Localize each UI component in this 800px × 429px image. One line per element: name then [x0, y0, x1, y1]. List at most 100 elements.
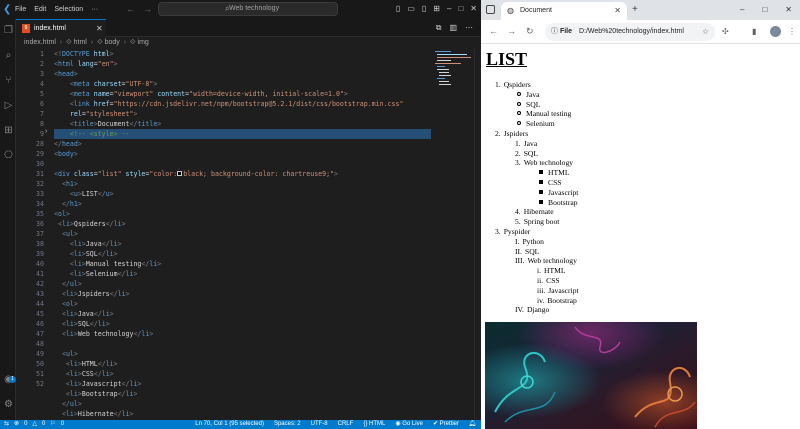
editor-scrollbar[interactable] [474, 49, 481, 420]
minimap[interactable] [433, 49, 473, 99]
minimize-icon[interactable]: – [740, 4, 744, 15]
code-line: <li>HTML</li> [65, 360, 118, 368]
list-item: I. Python [515, 237, 544, 247]
code-line: <meta name="viewport" content="width=dev… [69, 90, 348, 98]
more-actions-icon[interactable]: ⋯ [465, 23, 473, 33]
command-center-search[interactable]: ⌕ Web technology [158, 2, 338, 16]
list-item: Javascript [539, 188, 578, 198]
list-item-text: Manual testing [526, 109, 572, 119]
extensions-puzzle-icon[interactable]: ✣ [722, 26, 729, 37]
warning-icon[interactable]: △ [32, 420, 37, 429]
toggle-panel-icon[interactable]: ▭ [407, 3, 415, 14]
info-icon[interactable]: ⓘ [551, 28, 558, 35]
list-marker: 1. [515, 138, 521, 148]
back-arrow-icon[interactable]: ← [126, 4, 135, 14]
menu-file[interactable]: File [15, 5, 26, 14]
breadcrumb-html[interactable]: html [74, 39, 87, 46]
open-preview-icon[interactable]: ⧉ [436, 23, 442, 33]
profile-avatar[interactable] [770, 26, 781, 37]
code-line: <html lang="en"> [54, 60, 118, 68]
ports-icon[interactable]: ⚐ [50, 420, 55, 429]
forward-arrow-icon[interactable]: → [507, 26, 516, 37]
list-item: HTML [539, 168, 570, 178]
line-number: 40 [36, 260, 44, 268]
code-line: <!DOCTYPE html> [54, 50, 114, 58]
back-arrow-icon[interactable]: ← [489, 26, 498, 37]
list-item-text: Selenium [526, 119, 555, 129]
search-icon[interactable]: ⌕ [3, 50, 14, 61]
close-icon[interactable]: ✕ [470, 3, 477, 14]
list-item: SQL [517, 100, 540, 110]
list-item-text: Web technology [527, 256, 577, 266]
close-icon[interactable]: ✕ [785, 4, 792, 15]
code-line: <ol> [61, 300, 78, 308]
prettier-button[interactable]: ✔ Prettier [433, 420, 459, 429]
error-icon[interactable]: ⊗ [14, 420, 19, 429]
chrome-window-controls: – □ ✕ [740, 4, 792, 15]
run-debug-icon[interactable]: ▷ [3, 100, 14, 111]
language-mode[interactable]: {} HTML [363, 420, 385, 429]
code-editor[interactable]: <!DOCTYPE html> <html lang="en"> <head> … [54, 49, 431, 420]
side-panel-icon[interactable]: ▮ [752, 26, 756, 37]
menu-edit[interactable]: Edit [34, 5, 46, 14]
list-item: 3. Web technology [515, 158, 573, 168]
tab-index-html[interactable]: 5 index.html ✕ [16, 19, 106, 37]
list-item-text: Javascript [548, 187, 579, 197]
breadcrumb-file[interactable]: index.html [24, 39, 56, 46]
notifications-bell-icon[interactable]: 🔔︎ [468, 420, 476, 429]
chrome-menu-icon[interactable]: ⋮ [788, 26, 796, 37]
fold-chevron-icon[interactable]: › [45, 127, 47, 137]
code-line: <li>Web technology</li> [61, 330, 154, 338]
tag-symbol-icon: ⟐ [66, 39, 72, 46]
toggle-secondary-sidebar-icon[interactable]: ▯ [422, 3, 426, 14]
tab-close-icon[interactable]: ✕ [96, 20, 103, 37]
maximize-icon[interactable]: □ [762, 4, 767, 15]
line-number: 30 [36, 160, 44, 168]
rendered-page: LIST 1. Qspiders Java SQL Manual testing Sele… [481, 44, 800, 429]
minimize-icon[interactable]: – [447, 3, 451, 14]
editor-tabbar: 5 index.html ✕ ⧉ ▥ ⋯ [16, 19, 481, 37]
remote-icon[interactable]: ⇆ [4, 420, 9, 429]
reload-icon[interactable]: ↻ [526, 26, 534, 37]
file-scheme-chip[interactable]: File [560, 28, 572, 35]
bookmark-star-icon[interactable]: ☆ [702, 23, 709, 41]
code-line: <li>Jspiders</li> [61, 290, 130, 298]
encoding[interactable]: UTF-8 [311, 420, 328, 429]
line-number: 48 [36, 340, 44, 348]
list-item-text: Python [522, 236, 544, 246]
layout-icon[interactable]: ⊞ [433, 3, 440, 14]
toggle-sidebar-icon[interactable]: ▯ [396, 3, 400, 14]
go-live-button[interactable]: ◉ Go Live [395, 420, 423, 429]
indentation[interactable]: Spaces: 2 [274, 420, 301, 429]
list-item: 1. Java [515, 139, 537, 149]
new-tab-plus-icon[interactable]: + [632, 3, 638, 17]
breadcrumb-body[interactable]: body [105, 39, 120, 46]
line-number: 49 [36, 350, 44, 358]
list-item: i. HTML [537, 266, 566, 276]
address-bar[interactable]: ⓘ File D:/Web%20technology/index.html ☆ [545, 23, 715, 41]
line-number: 35 [36, 210, 44, 218]
vscode-logo-icon: ❮ [3, 4, 12, 15]
color-swatch[interactable] [177, 171, 183, 176]
tab-search-icon[interactable] [486, 5, 495, 14]
tab-close-icon[interactable]: ✕ [614, 2, 621, 20]
breadcrumb-img[interactable]: img [138, 39, 149, 46]
menu-more[interactable]: ··· [91, 5, 98, 14]
settings-gear-icon[interactable]: ⚙ [3, 399, 14, 410]
line-number: 4 [40, 80, 44, 88]
cursor-position[interactable]: Ln 70, Col 1 (95 selected) [195, 420, 264, 429]
copilot-icon[interactable]: ⎔ [3, 150, 14, 161]
circle-bullet-icon [517, 101, 521, 106]
list-marker: 1. [495, 80, 501, 89]
menu-selection[interactable]: Selection [54, 5, 83, 14]
explorer-icon[interactable]: ❐ [3, 25, 14, 36]
line-endings[interactable]: CRLF [338, 420, 354, 429]
chrome-tab-document[interactable]: ◍ Document ✕ [501, 2, 627, 20]
source-control-icon[interactable]: ⑂ [3, 75, 14, 86]
list-item: Java [517, 90, 540, 100]
extensions-icon[interactable]: ⊞ [3, 125, 14, 136]
forward-arrow-icon[interactable]: → [143, 4, 152, 14]
list-item-text: CSS [548, 178, 562, 187]
split-editor-icon[interactable]: ▥ [449, 23, 457, 33]
maximize-icon[interactable]: □ [458, 3, 463, 14]
